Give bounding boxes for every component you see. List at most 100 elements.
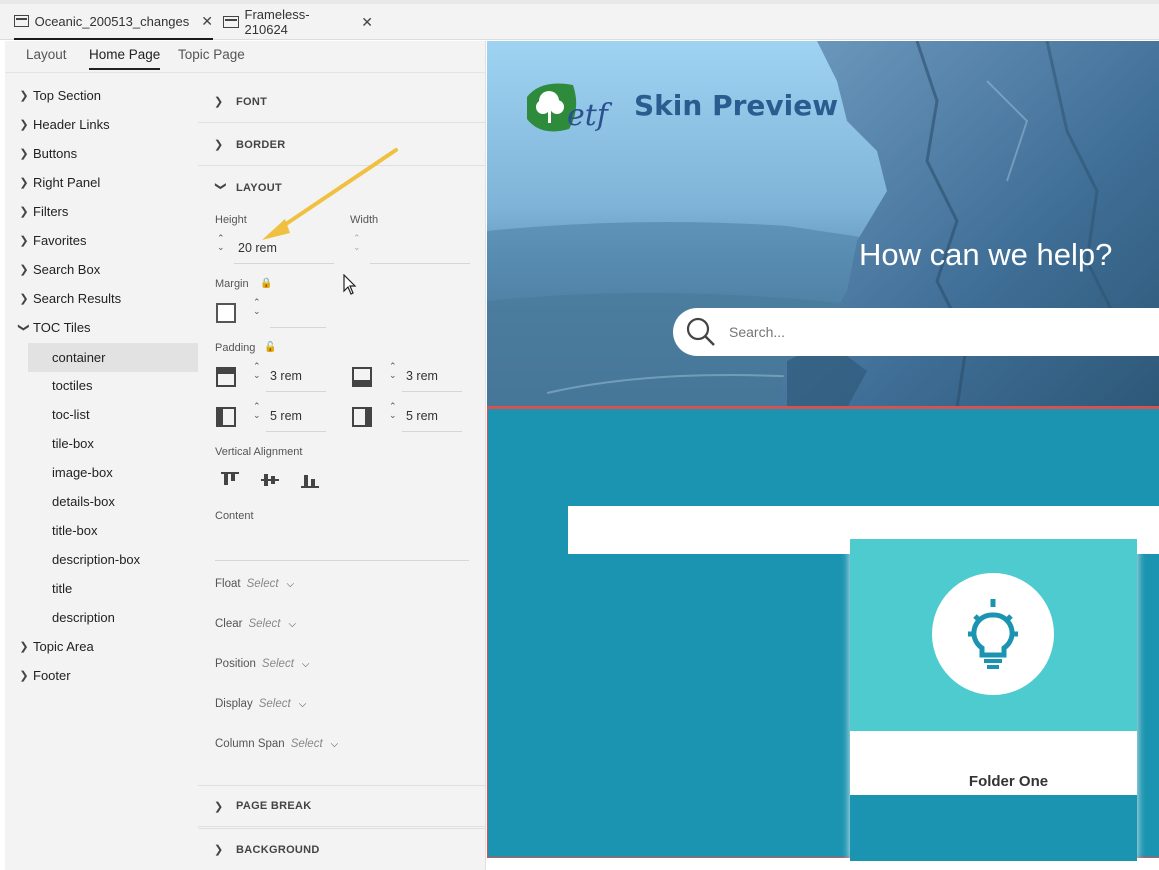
width-stepper[interactable]: ⌃ ⌄ — [353, 234, 361, 252]
tree-item-filters[interactable]: ❯ Filters — [5, 198, 198, 224]
chevron-right-icon[interactable]: ❯ — [15, 234, 33, 247]
properties-panel: ❯ FONT ❯ BORDER ❯ LAYOUT Height ⌃ ⌄ 20 rem W… — [198, 73, 486, 870]
section-background[interactable]: ❯ BACKGROUND — [198, 828, 486, 870]
tree-item-right-panel[interactable]: ❯ Right Panel — [5, 169, 198, 195]
tree-child-container[interactable]: container — [28, 343, 198, 372]
document-tab-bar: Oceanic_200513_changes ✕ Frameless-21062… — [0, 4, 1159, 40]
chevron-down-icon[interactable]: ⌄ — [389, 371, 397, 380]
tree-item-header-links[interactable]: ❯ Header Links — [5, 111, 198, 137]
tree-item-toc-tiles[interactable]: ❯ TOC Tiles — [5, 314, 198, 340]
padding-top-stepper[interactable]: ⌃ ⌄ — [253, 362, 261, 380]
chevron-right-icon[interactable]: ❯ — [15, 89, 33, 102]
chevron-right-icon[interactable]: ❯ — [15, 640, 33, 653]
chevron-right-icon[interactable]: ❯ — [15, 669, 33, 682]
tree-item-footer[interactable]: ❯ Footer — [5, 662, 198, 688]
tree-child-title[interactable]: title — [5, 575, 198, 601]
padding-left-stepper[interactable]: ⌃ ⌄ — [253, 402, 261, 420]
chevron-down-icon[interactable]: ⌵ — [287, 579, 295, 590]
padding-right-underline — [402, 431, 462, 432]
chevron-right-icon[interactable]: ❯ — [15, 118, 33, 131]
tree-item-search-results[interactable]: ❯ Search Results — [5, 285, 198, 311]
chevron-down-icon[interactable]: ⌵ — [302, 659, 310, 670]
tree-item-topic-area[interactable]: ❯ Topic Area — [5, 633, 198, 659]
section-font[interactable]: ❯ FONT — [198, 81, 486, 123]
logo-text: etf — [567, 98, 613, 133]
chevron-down-icon[interactable]: ⌵ — [299, 699, 307, 710]
content-underline[interactable] — [215, 560, 469, 561]
align-bottom-icon[interactable] — [300, 471, 320, 489]
padding-top-input[interactable]: 3 rem — [270, 369, 302, 383]
chevron-down-icon[interactable]: ❯ — [215, 181, 228, 195]
padding-bottom-stepper[interactable]: ⌃ ⌄ — [389, 362, 397, 380]
chevron-down-icon[interactable]: ❯ — [18, 318, 31, 336]
tree-child-description[interactable]: description — [5, 604, 198, 630]
search-icon[interactable] — [685, 316, 717, 348]
document-tab-frameless[interactable]: Frameless-210624 ✕ — [223, 4, 373, 40]
unlock-icon[interactable]: 🔓 — [264, 342, 276, 353]
tree-item-favorites[interactable]: ❯ Favorites — [5, 227, 198, 253]
chevron-right-icon[interactable]: ❯ — [15, 176, 33, 189]
margin-label: Margin — [215, 278, 249, 290]
tree-item-label: Topic Area — [33, 638, 94, 654]
tree-child-image-box[interactable]: image-box — [5, 459, 198, 485]
lock-icon[interactable]: 🔒 — [260, 278, 272, 289]
section-layout[interactable]: ❯ LAYOUT — [198, 167, 486, 209]
padding-right-stepper[interactable]: ⌃ ⌄ — [389, 402, 397, 420]
preview-search-bar[interactable] — [673, 308, 1159, 356]
section-page-break[interactable]: ❯ PAGE BREAK — [198, 785, 486, 827]
width-underline — [370, 263, 470, 264]
tree-item-top-section[interactable]: ❯ Top Section — [5, 82, 198, 108]
tree-child-toctiles[interactable]: toctiles — [5, 372, 198, 398]
chevron-right-icon[interactable]: ❯ — [214, 95, 228, 108]
margin-stepper[interactable]: ⌃ ⌄ — [253, 298, 261, 316]
chevron-right-icon[interactable]: ❯ — [214, 138, 228, 151]
document-tab-oceanic[interactable]: Oceanic_200513_changes ✕ — [14, 4, 213, 40]
toc-tile[interactable]: Folder One — [850, 539, 1137, 861]
tree-child-description-box[interactable]: description-box — [5, 546, 198, 572]
chevron-right-icon[interactable]: ❯ — [15, 147, 33, 160]
chevron-down-icon[interactable]: ⌄ — [353, 243, 361, 252]
tab-home-page[interactable]: Home Page — [89, 47, 161, 70]
display-select[interactable]: Display Select ⌵ — [215, 698, 306, 710]
chevron-right-icon[interactable]: ❯ — [15, 292, 33, 305]
display-value: Select — [258, 698, 291, 710]
chevron-down-icon[interactable]: ⌄ — [253, 307, 261, 316]
tree-child-details-box[interactable]: details-box — [5, 488, 198, 514]
tab-topic-page[interactable]: Topic Page — [178, 47, 245, 68]
element-tree: ❯ Top Section ❯ Header Links ❯ Buttons ❯ Rig… — [5, 73, 198, 870]
align-middle-icon[interactable] — [260, 471, 280, 489]
padding-bottom-input[interactable]: 3 rem — [406, 369, 438, 383]
clear-select[interactable]: Clear Select ⌵ — [215, 618, 296, 630]
section-title: FONT — [236, 95, 268, 108]
clear-label: Clear — [215, 618, 243, 630]
padding-right-input[interactable]: 5 rem — [406, 409, 438, 423]
chevron-right-icon[interactable]: ❯ — [214, 800, 228, 813]
tab-layout[interactable]: Layout — [26, 47, 67, 68]
column-span-select[interactable]: Column Span Select ⌵ — [215, 738, 338, 750]
chevron-right-icon[interactable]: ❯ — [214, 843, 228, 856]
search-input[interactable] — [729, 324, 1129, 340]
chevron-down-icon[interactable]: ⌄ — [217, 243, 225, 252]
chevron-down-icon[interactable]: ⌄ — [253, 371, 261, 380]
tree-child-tile-box[interactable]: tile-box — [5, 430, 198, 456]
skin-preview-pane: etf Skin Preview How can we help? Search… — [487, 41, 1159, 870]
tree-item-search-box[interactable]: ❯ Search Box — [5, 256, 198, 282]
align-top-icon[interactable] — [220, 471, 240, 489]
chevron-right-icon[interactable]: ❯ — [15, 263, 33, 276]
chevron-down-icon[interactable]: ⌄ — [389, 411, 397, 420]
tree-child-toc-list[interactable]: toc-list — [5, 401, 198, 427]
section-border[interactable]: ❯ BORDER — [198, 124, 486, 166]
position-select[interactable]: Position Select ⌵ — [215, 658, 309, 670]
height-stepper[interactable]: ⌃ ⌄ — [217, 234, 225, 252]
tree-item-buttons[interactable]: ❯ Buttons — [5, 140, 198, 166]
height-input[interactable]: 20 rem — [238, 241, 277, 255]
chevron-down-icon[interactable]: ⌄ — [253, 411, 261, 420]
tree-child-title-box[interactable]: title-box — [5, 517, 198, 543]
close-icon[interactable]: ✕ — [201, 13, 213, 30]
float-select[interactable]: Float Select ⌵ — [215, 578, 294, 590]
close-icon[interactable]: ✕ — [361, 14, 373, 31]
chevron-down-icon[interactable]: ⌵ — [331, 739, 339, 750]
chevron-down-icon[interactable]: ⌵ — [288, 619, 296, 630]
padding-left-input[interactable]: 5 rem — [270, 409, 302, 423]
chevron-right-icon[interactable]: ❯ — [15, 205, 33, 218]
